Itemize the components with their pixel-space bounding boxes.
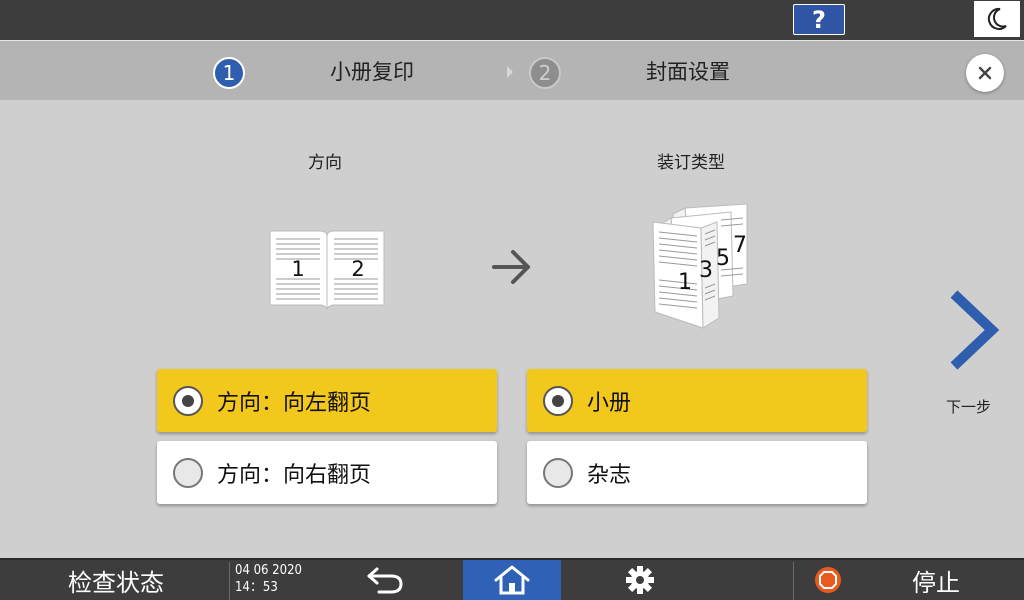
stop-icon bbox=[815, 567, 841, 593]
option-magazine-label: 杂志 bbox=[587, 462, 632, 488]
right-page-number: 2 bbox=[351, 257, 364, 281]
home-icon bbox=[494, 565, 530, 595]
right-arrow-icon bbox=[492, 250, 530, 284]
divider bbox=[793, 562, 794, 600]
step-1-label[interactable]: 小册复印 bbox=[330, 57, 414, 87]
binding-type-heading: 装订类型 bbox=[657, 153, 725, 173]
option-turn-left-label: 方向：向左翻页 bbox=[217, 390, 372, 416]
settings-button[interactable] bbox=[595, 560, 685, 600]
top-bar: ? bbox=[0, 0, 1024, 40]
radio-button-selected[interactable] bbox=[543, 385, 573, 416]
bottom-bar: 检查状态 04 06 2020 14：53 停止 bbox=[0, 558, 1024, 600]
date-time-display: 04 06 2020 14：53 bbox=[235, 562, 302, 596]
option-booklet-label: 小册 bbox=[587, 390, 632, 416]
gear-icon bbox=[626, 566, 654, 594]
option-booklet[interactable]: 小册 bbox=[527, 369, 867, 432]
close-button[interactable] bbox=[966, 54, 1004, 92]
left-page-number: 1 bbox=[291, 257, 304, 281]
step-header: 1 小册复印 2 封面设置 bbox=[0, 40, 1024, 100]
divider bbox=[229, 562, 230, 600]
radio-button[interactable] bbox=[543, 457, 573, 488]
time-text: 14：53 bbox=[235, 580, 278, 595]
step-2-label[interactable]: 封面设置 bbox=[646, 57, 730, 87]
sleep-button[interactable] bbox=[974, 1, 1020, 37]
booklet-page-5: 5 bbox=[716, 246, 730, 271]
check-status-button[interactable]: 检查状态 bbox=[28, 560, 204, 600]
booklet-page-1: 1 bbox=[678, 270, 692, 295]
orientation-heading: 方向 bbox=[308, 153, 342, 173]
open-book-illustration: 1 2 bbox=[269, 230, 385, 310]
back-arrow-icon bbox=[367, 567, 403, 594]
date-text: 04 06 2020 bbox=[235, 563, 302, 578]
moon-icon bbox=[987, 7, 1007, 30]
booklet-sheets-illustration: 1 3 5 7 bbox=[652, 203, 748, 329]
option-turn-right-label: 方向：向右翻页 bbox=[217, 462, 372, 488]
next-step-button[interactable] bbox=[944, 290, 1000, 370]
option-turn-right[interactable]: 方向：向右翻页 bbox=[157, 441, 497, 504]
radio-button-selected[interactable] bbox=[173, 385, 203, 416]
step-chevron-icon bbox=[507, 66, 513, 78]
back-button[interactable] bbox=[340, 560, 430, 600]
next-step-label[interactable]: 下一步 bbox=[946, 396, 991, 417]
radio-button[interactable] bbox=[173, 457, 203, 488]
stop-button-icon-wrap[interactable] bbox=[808, 560, 848, 600]
stop-button[interactable]: 停止 bbox=[896, 560, 976, 600]
help-button[interactable]: ? bbox=[793, 4, 845, 35]
step-1-indicator: 1 bbox=[213, 57, 245, 89]
booklet-page-7: 7 bbox=[733, 233, 747, 258]
option-turn-left[interactable]: 方向：向左翻页 bbox=[157, 369, 497, 432]
close-icon bbox=[978, 66, 992, 80]
option-magazine[interactable]: 杂志 bbox=[527, 441, 867, 504]
home-button[interactable] bbox=[463, 560, 561, 600]
booklet-page-3: 3 bbox=[699, 258, 713, 283]
chevron-right-icon bbox=[950, 290, 1000, 370]
step-2-indicator: 2 bbox=[529, 57, 561, 89]
